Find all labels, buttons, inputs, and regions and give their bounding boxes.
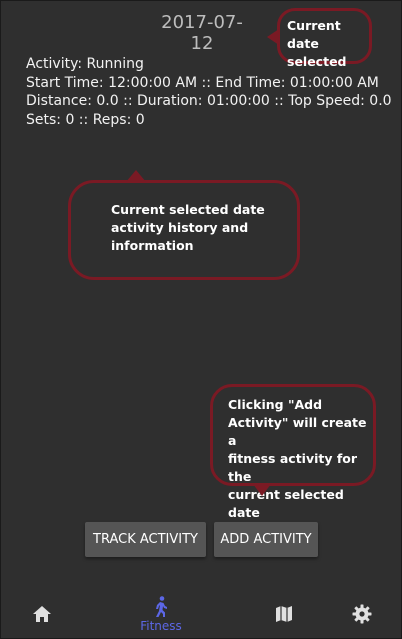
callout-text-line: Clicking "Add <box>228 397 323 412</box>
selected-date: 2017-07-12 <box>161 12 243 54</box>
date-callout: Current date selected <box>267 8 372 69</box>
callout-text-line: Current date <box>287 18 341 51</box>
home-icon <box>33 606 51 622</box>
activity-sets-reps: Sets: 0 :: Reps: 0 <box>26 111 145 128</box>
gear-icon <box>352 604 372 624</box>
nav-settings[interactable] <box>342 589 382 639</box>
callout-tail <box>126 170 146 182</box>
track-activity-button[interactable]: TRACK ACTIVITY <box>85 522 206 557</box>
callout-text-line: fitness activity for the <box>228 451 358 484</box>
callout-text-line: current selected date <box>228 487 344 520</box>
activity-times: Start Time: 12:00:00 AM :: End Time: 01:… <box>26 74 379 91</box>
callout-text-line: Current selected date <box>111 202 265 217</box>
activity-metrics: Distance: 0.0 :: Duration: 01:00:00 :: T… <box>26 93 392 109</box>
nav-map[interactable] <box>264 589 304 639</box>
walking-person-icon <box>156 595 167 617</box>
callout-text-line: information <box>111 238 194 253</box>
nav-fitness-label: Fitness <box>140 618 182 633</box>
add-activity-button[interactable]: ADD ACTIVITY <box>214 522 318 557</box>
history-callout: Current selected date activity history a… <box>68 170 300 280</box>
nav-fitness[interactable]: Fitness <box>130 589 192 639</box>
nav-home[interactable] <box>22 589 62 639</box>
add-activity-callout: Clicking "Add Activity" will create a fi… <box>210 384 376 520</box>
callout-tail <box>267 29 279 45</box>
map-icon <box>276 606 292 622</box>
callout-tail <box>253 484 271 496</box>
callout-text-line: Activity" will create a <box>228 415 367 448</box>
callout-text-line: selected <box>287 54 347 69</box>
bottom-navigation: Fitness <box>0 589 402 639</box>
callout-text-line: activity history and <box>111 220 249 235</box>
